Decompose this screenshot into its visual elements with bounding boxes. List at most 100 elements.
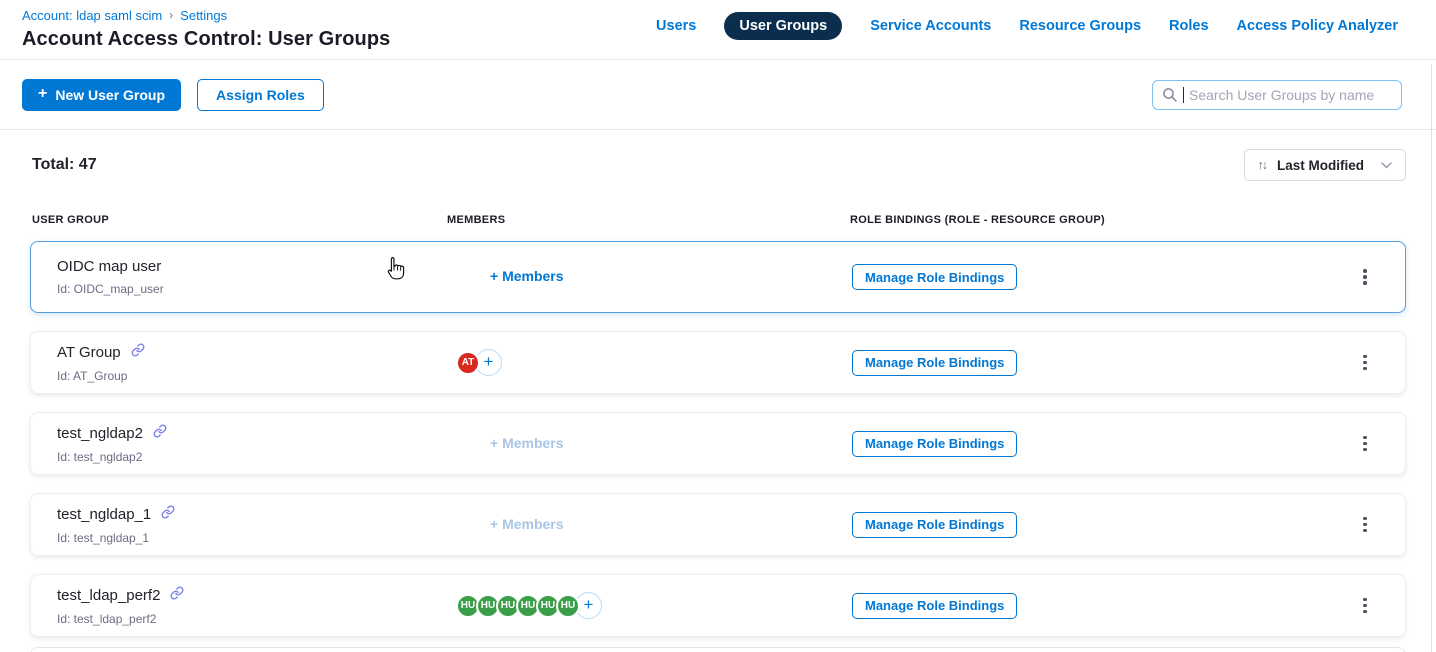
table-row[interactable]: OIDC map user Id: OIDC_map_user + Members M… [30,241,1406,313]
kebab-dot [1363,269,1367,273]
user-group-id: Id: AT_Group [57,369,448,383]
role-bindings-cell: Manage Role Bindings [851,431,1325,457]
table-column-headers: USER GROUP MEMBERS ROLE BINDINGS (ROLE -… [30,214,1406,226]
member-avatar[interactable]: HU [556,594,580,618]
user-group-id: Id: OIDC_map_user [57,282,448,296]
tab-resource-groups[interactable]: Resource Groups [1019,18,1141,34]
column-header-user-group: USER GROUP [32,214,447,226]
members-cell: + Members [448,516,851,534]
total-count: Total: 47 [30,156,97,174]
kebab-dot [1363,598,1367,602]
tab-users[interactable]: Users [656,18,696,34]
user-group-cell: test_ngldap2 Id: test_ngldap2 [57,424,448,464]
kebab-dot [1363,281,1367,285]
user-group-cell: test_ngldap_1 Id: test_ngldap_1 [57,505,448,545]
user-group-name-line: OIDC map user [57,258,448,275]
table-row[interactable]: test_ngldap_1 Id: test_ngldap_1 + Members M… [30,493,1406,556]
sort-arrows-icon: ↑↓ [1258,158,1267,172]
add-members-link[interactable]: + Members [490,516,564,532]
search-input[interactable] [1189,87,1392,103]
breadcrumb-separator: › [169,7,173,24]
summary-row: Total: 47 ↑↓ Last Modified [30,148,1406,182]
user-group-name-line: test_ngldap_1 [57,505,448,524]
new-user-group-label: New User Group [55,87,165,103]
link-icon [170,586,184,605]
table-row[interactable]: test_ngldap2 Id: test_ngldap2 + Members Man… [30,412,1406,475]
member-avatars: HUHUHUHUHUHU+ [456,592,851,619]
kebab-menu-icon[interactable] [1359,432,1371,456]
kebab-dot [1363,610,1367,614]
kebab-menu-icon[interactable] [1359,351,1371,375]
chevron-down-icon [1381,162,1392,169]
page-title: Account Access Control: User Groups [22,28,390,51]
member-avatar[interactable]: AT [456,351,480,375]
assign-roles-button[interactable]: Assign Roles [197,79,324,111]
tab-access-policy-analyzer[interactable]: Access Policy Analyzer [1237,18,1398,34]
tab-roles[interactable]: Roles [1169,18,1209,34]
user-group-name-line: AT Group [57,343,448,362]
nav-tabs: Users User Groups Service Accounts Resource… [656,12,1398,40]
kebab-dot [1363,448,1367,452]
user-group-name: OIDC map user [57,258,161,275]
manage-role-bindings-button[interactable]: Manage Role Bindings [852,431,1017,457]
user-group-name: test_ngldap2 [57,425,143,442]
user-group-name-line: test_ngldap2 [57,424,448,443]
user-groups-list-panel: Total: 47 ↑↓ Last Modified USER GROUP ME… [0,148,1436,652]
kebab-menu-icon[interactable] [1359,265,1371,289]
members-cell: + Members [448,435,851,453]
kebab-dot [1363,523,1367,527]
member-avatars: AT+ [456,349,851,376]
manage-role-bindings-button[interactable]: Manage Role Bindings [852,593,1017,619]
manage-role-bindings-button[interactable]: Manage Role Bindings [852,350,1017,376]
kebab-dot [1363,604,1367,608]
tab-user-groups[interactable]: User Groups [724,12,842,40]
user-group-name: AT Group [57,344,121,361]
table-row[interactable]: test_ldap_perf2 Id: test_ldap_perf2 HUHUHU… [30,574,1406,637]
user-group-cell: test_ldap_perf2 Id: test_ldap_perf2 [57,586,448,626]
user-group-rows: OIDC map user Id: OIDC_map_user + Members M… [30,241,1406,637]
kebab-dot [1363,436,1367,440]
add-members-link[interactable]: + Members [490,435,564,451]
user-group-name: test_ngldap_1 [57,506,151,523]
column-header-role-bindings: ROLE BINDINGS (ROLE - RESOURCE GROUP) [850,214,1326,226]
kebab-dot [1363,275,1367,279]
search-box[interactable] [1152,80,1402,110]
breadcrumb-account-link[interactable]: Account: ldap saml scim [22,7,162,24]
user-group-name-line: test_ldap_perf2 [57,586,448,605]
role-bindings-cell: Manage Role Bindings [851,350,1325,376]
role-bindings-cell: Manage Role Bindings [851,264,1325,290]
page-header: Account: ldap saml scim › Settings Accou… [0,0,1436,60]
toolbar: + New User Group Assign Roles [0,60,1436,130]
sort-dropdown[interactable]: ↑↓ Last Modified [1244,149,1407,181]
kebab-dot [1363,355,1367,359]
manage-role-bindings-button[interactable]: Manage Role Bindings [852,512,1017,538]
text-cursor [1183,87,1184,103]
role-bindings-cell: Manage Role Bindings [851,593,1325,619]
kebab-dot [1363,517,1367,521]
manage-role-bindings-button[interactable]: Manage Role Bindings [852,264,1017,290]
members-cell: HUHUHUHUHUHU+ [448,592,851,619]
breadcrumb: Account: ldap saml scim › Settings [22,7,390,24]
add-members-link[interactable]: + Members [490,268,564,284]
column-header-members: MEMBERS [447,214,850,226]
next-row-partial [30,647,1406,652]
user-group-cell: AT Group Id: AT_Group [57,343,448,383]
link-icon [161,505,175,524]
header-left: Account: ldap saml scim › Settings Accou… [22,7,390,51]
kebab-menu-icon[interactable] [1359,594,1371,618]
user-group-id: Id: test_ldap_perf2 [57,612,448,626]
right-edge-divider [1431,64,1432,652]
link-icon [153,424,167,443]
tab-service-accounts[interactable]: Service Accounts [870,18,991,34]
user-group-id: Id: test_ngldap2 [57,450,448,464]
kebab-dot [1363,529,1367,533]
breadcrumb-settings-link[interactable]: Settings [180,7,227,24]
table-row[interactable]: AT Group Id: AT_Group AT+Manage Role Bindi… [30,331,1406,394]
kebab-menu-icon[interactable] [1359,513,1371,537]
plus-icon: + [38,85,47,103]
members-cell: AT+ [448,349,851,376]
kebab-dot [1363,367,1367,371]
new-user-group-button[interactable]: + New User Group [22,79,181,111]
user-group-id: Id: test_ngldap_1 [57,531,448,545]
members-cell: + Members [448,268,851,286]
